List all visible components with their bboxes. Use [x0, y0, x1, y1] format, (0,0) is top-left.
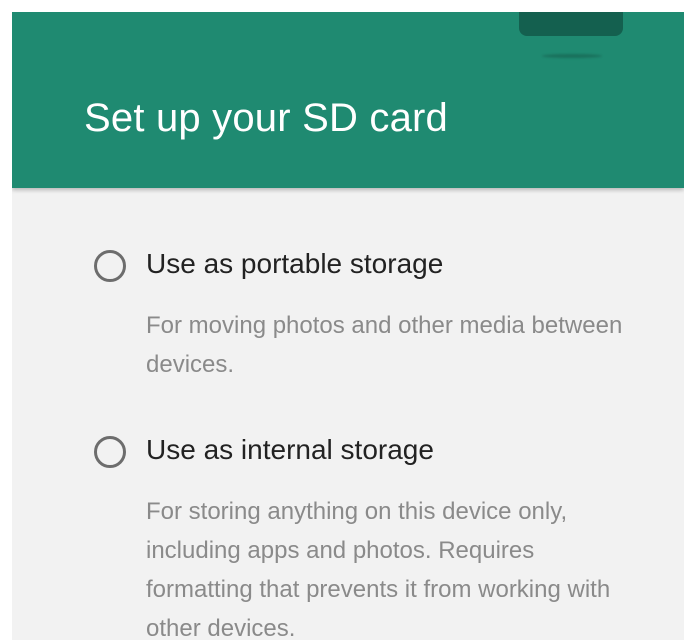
- option-label[interactable]: Use as internal storage: [146, 434, 434, 466]
- option-description: For moving photos and other media betwee…: [146, 312, 623, 378]
- option-description: For storing anything on this device only…: [146, 498, 611, 640]
- header: Set up your SD card: [12, 12, 684, 188]
- sd-card-icon: [519, 12, 623, 36]
- option-label[interactable]: Use as portable storage: [146, 248, 443, 280]
- sd-card-shadow: [542, 54, 602, 58]
- radio-unchecked-icon[interactable]: [94, 436, 126, 468]
- radio-unchecked-icon[interactable]: [94, 250, 126, 282]
- page-title: Set up your SD card: [84, 96, 448, 140]
- setup-screen: Set up your SD card Use as portable stor…: [12, 12, 684, 640]
